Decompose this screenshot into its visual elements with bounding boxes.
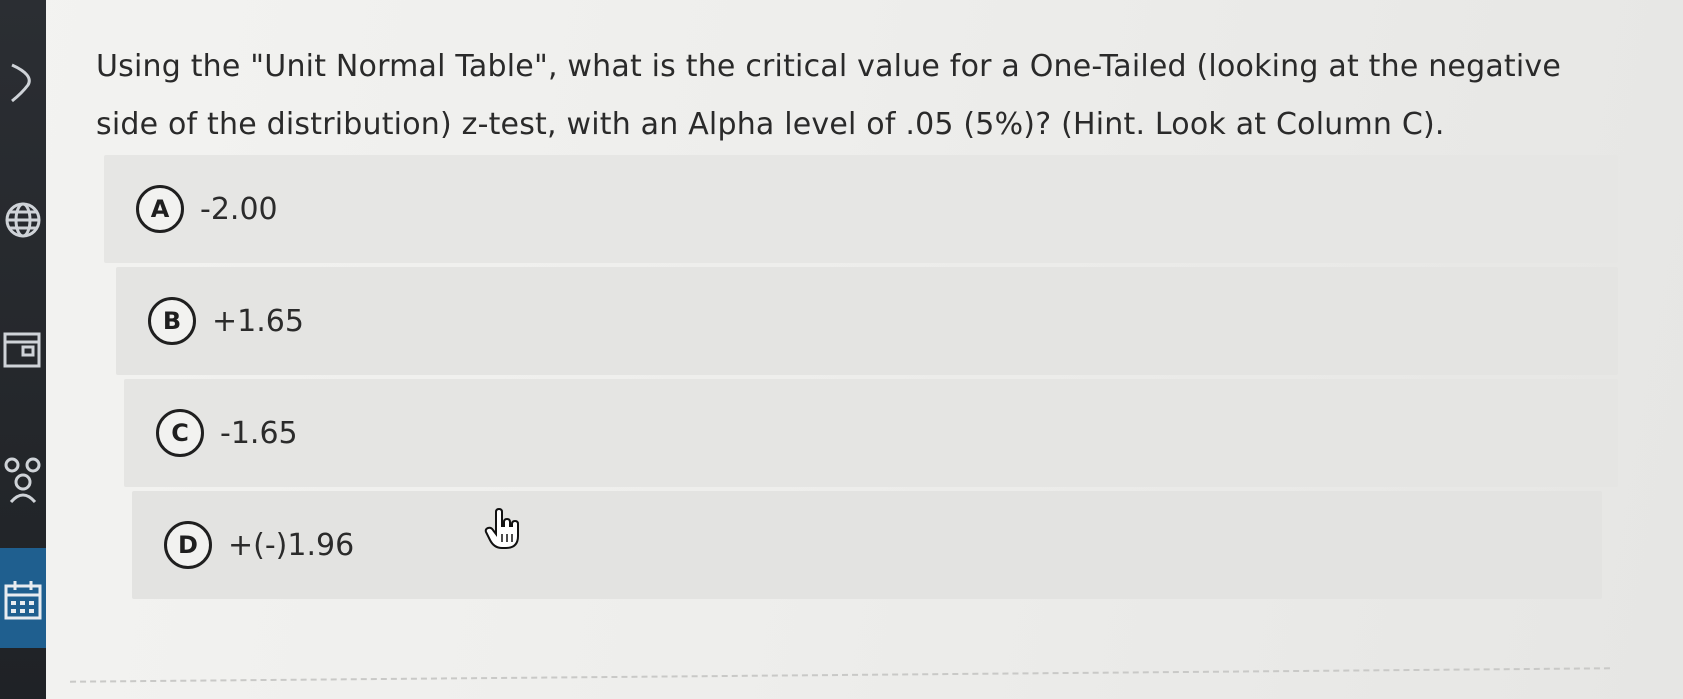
- answer-options: A -2.00 B +1.65 C -1.65 D +(-)1.96: [104, 155, 1618, 603]
- option-c[interactable]: C -1.65: [124, 379, 1618, 487]
- option-a-text[interactable]: -2.00: [200, 192, 278, 227]
- groups-icon[interactable]: [0, 450, 46, 510]
- question-line-2: side of the distribution) z-test, with a…: [96, 107, 1445, 142]
- gradebook-icon[interactable]: [0, 320, 46, 380]
- quiz-page: Using the "Unit Normal Table", what is t…: [0, 0, 1683, 699]
- option-d-text[interactable]: +(-)1.96: [228, 528, 354, 563]
- option-a-letter[interactable]: A: [136, 185, 184, 233]
- question-text: Using the "Unit Normal Table", what is t…: [96, 38, 1596, 154]
- option-c-text[interactable]: -1.65: [220, 416, 298, 451]
- chevron-icon[interactable]: [0, 58, 46, 108]
- option-d-letter[interactable]: D: [164, 521, 212, 569]
- question-line-1: Using the "Unit Normal Table", what is t…: [96, 49, 1562, 84]
- option-b-text[interactable]: +1.65: [212, 304, 304, 339]
- calendar-icon[interactable]: [0, 570, 46, 630]
- hand-cursor-icon: [484, 507, 522, 550]
- option-b[interactable]: B +1.65: [116, 267, 1618, 375]
- left-sidebar: [0, 0, 46, 699]
- globe-icon[interactable]: [0, 190, 46, 250]
- option-d[interactable]: D +(-)1.96: [132, 491, 1602, 599]
- option-b-letter[interactable]: B: [148, 297, 196, 345]
- option-c-letter[interactable]: C: [156, 409, 204, 457]
- divider: [70, 667, 1610, 683]
- option-a[interactable]: A -2.00: [104, 155, 1618, 263]
